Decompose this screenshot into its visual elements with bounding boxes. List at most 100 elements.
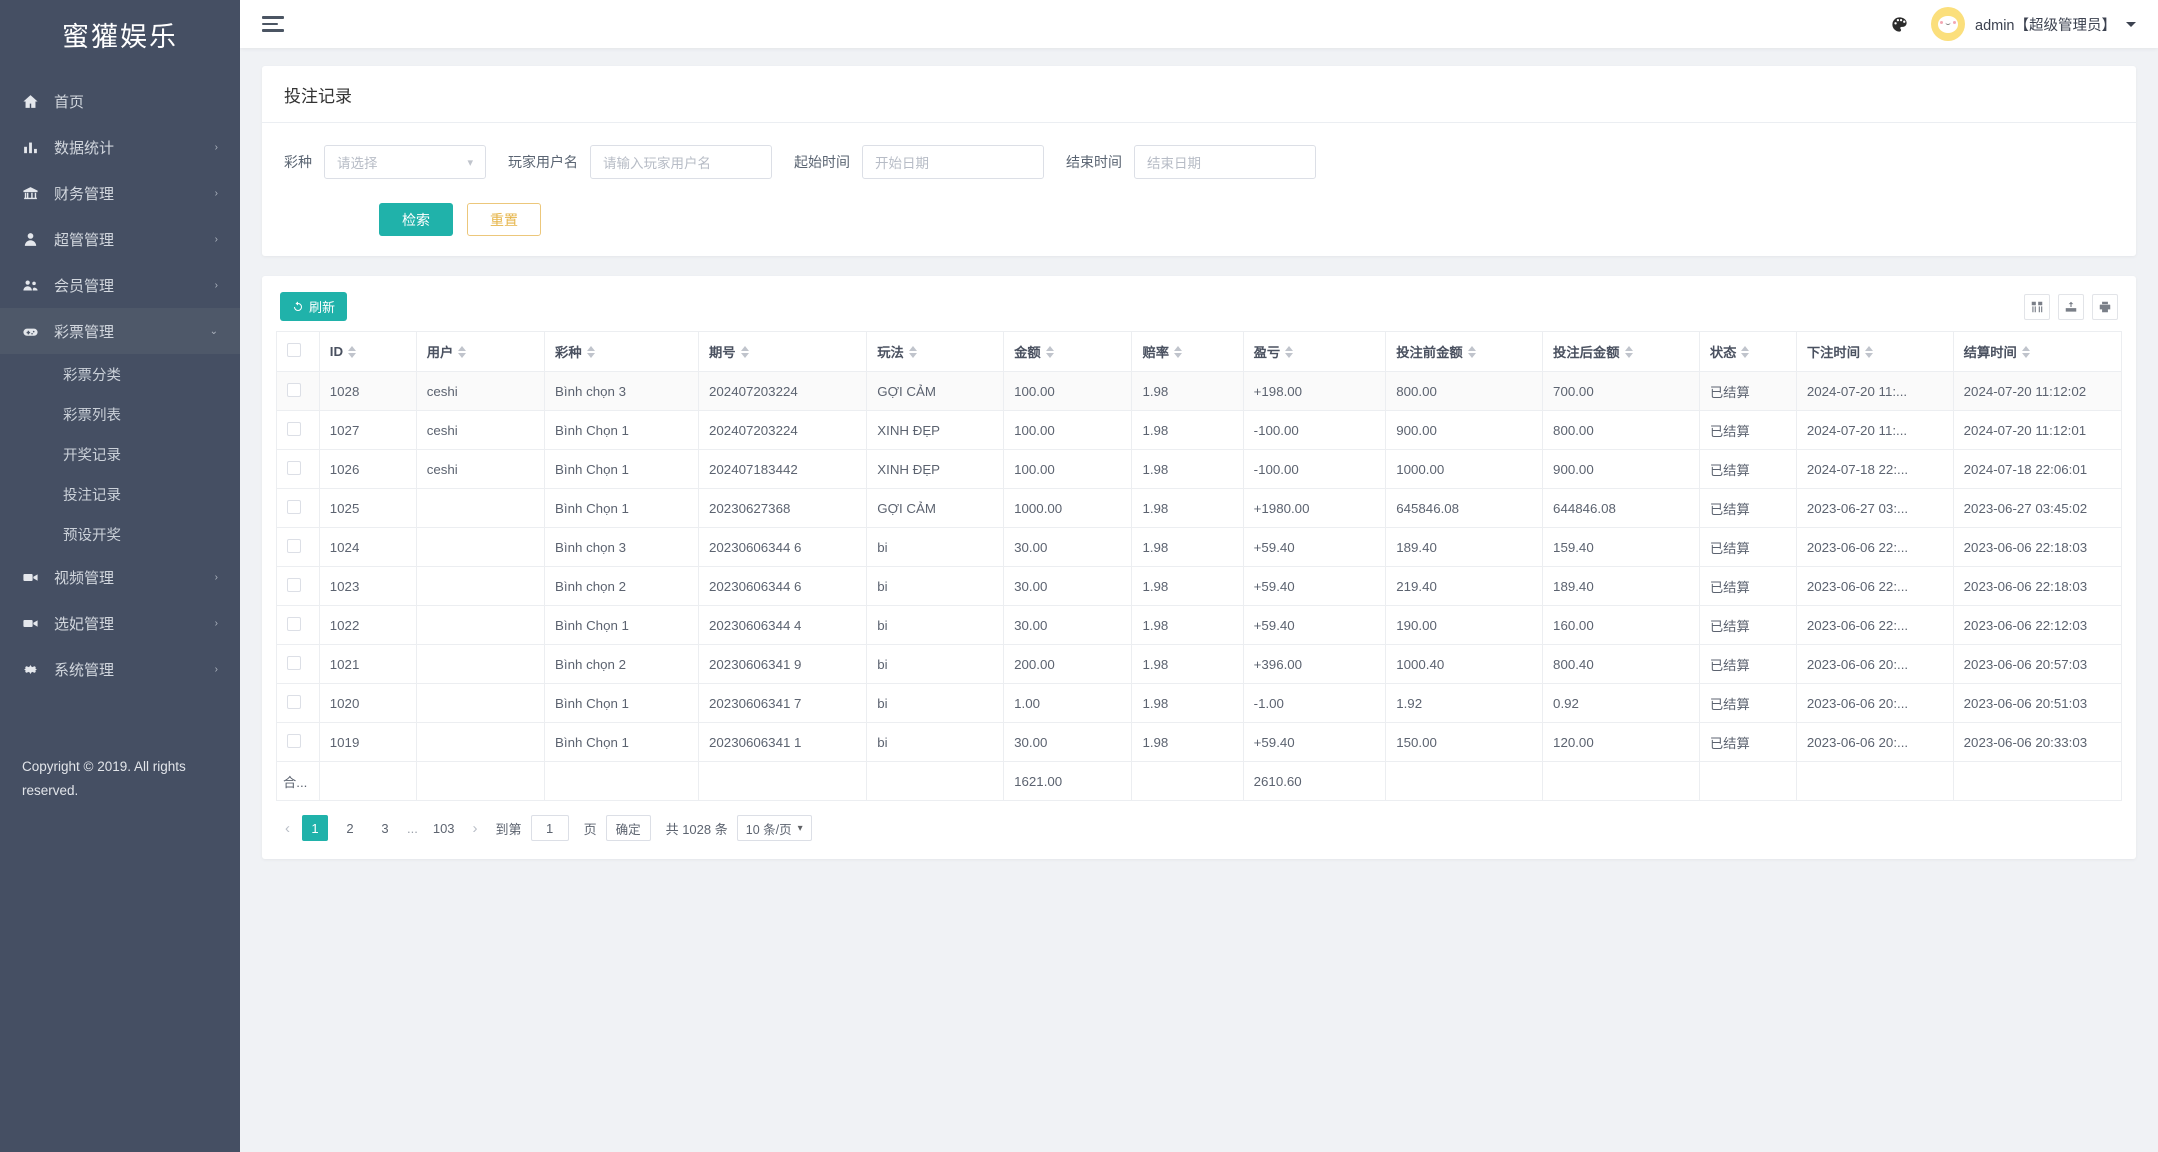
user-icon [22,231,48,248]
end-date-input[interactable]: 结束日期 [1134,145,1316,179]
sidebar-item-finance[interactable]: 财务管理 › [0,170,240,216]
sort-icon[interactable] [1285,346,1293,358]
row-checkbox[interactable] [287,656,301,670]
cell-odds: 1.98 [1132,606,1243,645]
player-name-input[interactable]: 请输入玩家用户名 [590,145,772,179]
sort-icon[interactable] [587,346,595,358]
column-header-settle-time[interactable]: 结算时间 [1953,332,2121,372]
row-checkbox[interactable] [287,500,301,514]
goto-page-input[interactable]: 1 [531,815,569,841]
column-header-status[interactable]: 状态 [1699,332,1796,372]
row-checkbox[interactable] [287,539,301,553]
print-icon[interactable] [2092,294,2118,320]
table-row[interactable]: 1022Bình Chọn 120230606344 4bi30.001.98+… [277,606,2122,645]
sidebar-item-lottery[interactable]: 彩票管理 ⌄ [0,308,240,354]
row-checkbox[interactable] [287,422,301,436]
goto-confirm-button[interactable]: 确定 [606,815,651,841]
cell-settle-time: 2023-06-06 20:33:03 [1953,723,2121,762]
table-row[interactable]: 1023Bình chọn 220230606344 6bi30.001.98+… [277,567,2122,606]
start-date-input[interactable]: 开始日期 [862,145,1044,179]
column-header-profit-loss[interactable]: 盈亏 [1243,332,1386,372]
sidebar-item-concubine[interactable]: 选妃管理 › [0,600,240,646]
lottery-select[interactable]: 请选择 ▾ [324,145,486,179]
sort-icon[interactable] [1046,346,1054,358]
column-header-bet-time[interactable]: 下注时间 [1796,332,1953,372]
sort-icon[interactable] [348,346,356,358]
sort-icon[interactable] [1468,346,1476,358]
sidebar-item-system[interactable]: 系统管理 › [0,646,240,692]
column-header-balance-after[interactable]: 投注后金额 [1543,332,1700,372]
sort-icon[interactable] [2022,346,2030,358]
sort-icon[interactable] [741,346,749,358]
select-all-checkbox[interactable] [287,343,301,357]
cell-odds: 1.98 [1132,528,1243,567]
next-page-button[interactable]: › [470,820,481,837]
sort-icon[interactable] [1174,346,1182,358]
column-header-amount[interactable]: 金额 [1004,332,1132,372]
columns-icon[interactable] [2024,294,2050,320]
sidebar-item-members[interactable]: 会员管理 › [0,262,240,308]
palette-icon[interactable] [1890,15,1909,34]
field-label-lottery: 彩种 [284,152,312,172]
table-row[interactable]: 1026ceshiBình Chọn 1202407183442XINH ĐẸP… [277,450,2122,489]
table-row[interactable]: 1020Bình Chọn 120230606341 7bi1.001.98-1… [277,684,2122,723]
column-header-id[interactable]: ID [319,332,416,372]
row-checkbox-cell [277,645,320,684]
cell-lottery: Bình Chọn 1 [545,606,699,645]
user-menu[interactable]: admin【超级管理员】 [1931,7,2136,41]
page-size-select[interactable]: 10 条/页 ▾ [737,815,812,841]
cell-amount: 30.00 [1004,606,1132,645]
search-button[interactable]: 检索 [379,203,453,236]
column-header-odds[interactable]: 赔率 [1132,332,1243,372]
page-button-2[interactable]: 2 [337,815,363,841]
sidebar-subitem-draw-record[interactable]: 开奖记录 [0,434,240,474]
page-ellipsis[interactable]: ... [407,821,418,836]
sort-icon[interactable] [1865,346,1873,358]
prev-page-button[interactable]: ‹ [282,820,293,837]
column-header-period[interactable]: 期号 [699,332,867,372]
sidebar-item-home[interactable]: 首页 [0,78,240,124]
row-checkbox[interactable] [287,695,301,709]
column-header-balance-before[interactable]: 投注前金额 [1386,332,1543,372]
table-row[interactable]: 1024Bình chọn 320230606344 6bi30.001.98+… [277,528,2122,567]
sort-icon[interactable] [1741,346,1749,358]
sidebar-subitem-lottery-list[interactable]: 彩票列表 [0,394,240,434]
column-header-lottery[interactable]: 彩种 [545,332,699,372]
table-row[interactable]: 1021Bình chọn 220230606341 9bi200.001.98… [277,645,2122,684]
column-header-play[interactable]: 玩法 [867,332,1004,372]
table-row[interactable]: 1027ceshiBình Chọn 1202407203224XINH ĐẸP… [277,411,2122,450]
row-checkbox[interactable] [287,734,301,748]
export-icon[interactable] [2058,294,2084,320]
sidebar-item-video[interactable]: 视频管理 › [0,554,240,600]
refresh-button[interactable]: 刷新 [280,292,347,321]
chevron-right-icon: › [215,280,218,291]
cell-id: 1026 [319,450,416,489]
summary-blank-after [1543,762,1700,801]
sort-icon[interactable] [458,346,466,358]
page-button-3[interactable]: 3 [372,815,398,841]
hamburger-icon[interactable] [262,12,284,36]
table-row[interactable]: 1025Bình Chọn 120230627368GỢI CẢM1000.00… [277,489,2122,528]
page-button-last[interactable]: 103 [427,815,461,841]
row-checkbox[interactable] [287,617,301,631]
row-checkbox[interactable] [287,578,301,592]
cell-settle-time: 2023-06-06 20:57:03 [1953,645,2121,684]
reset-button[interactable]: 重置 [467,203,541,236]
sidebar-subitem-lottery-category[interactable]: 彩票分类 [0,354,240,394]
sidebar-subitem-preset-draw[interactable]: 预设开奖 [0,514,240,554]
page-button-1[interactable]: 1 [302,815,328,841]
sidebar-item-admin[interactable]: 超管管理 › [0,216,240,262]
row-checkbox[interactable] [287,461,301,475]
sort-icon[interactable] [1625,346,1633,358]
table-row[interactable]: 1028ceshiBình chọn 3202407203224GỢI CẢM1… [277,372,2122,411]
column-header-user[interactable]: 用户 [416,332,544,372]
content-scroll: 投注记录 彩种 请选择 ▾ 玩家用户名 请输入玩家用户名 [240,48,2158,1152]
app-root: 蜜獾娱乐 首页 数据统计 › 财务管理 [0,0,2158,1152]
table-row[interactable]: 1019Bình Chọn 120230606341 1bi30.001.98+… [277,723,2122,762]
field-start-time: 起始时间 开始日期 [794,145,1044,179]
sidebar-subitem-bet-record[interactable]: 投注记录 [0,474,240,514]
topbar-right: admin【超级管理员】 [1890,7,2136,41]
row-checkbox[interactable] [287,383,301,397]
sidebar-item-statistics[interactable]: 数据统计 › [0,124,240,170]
sort-icon[interactable] [909,346,917,358]
